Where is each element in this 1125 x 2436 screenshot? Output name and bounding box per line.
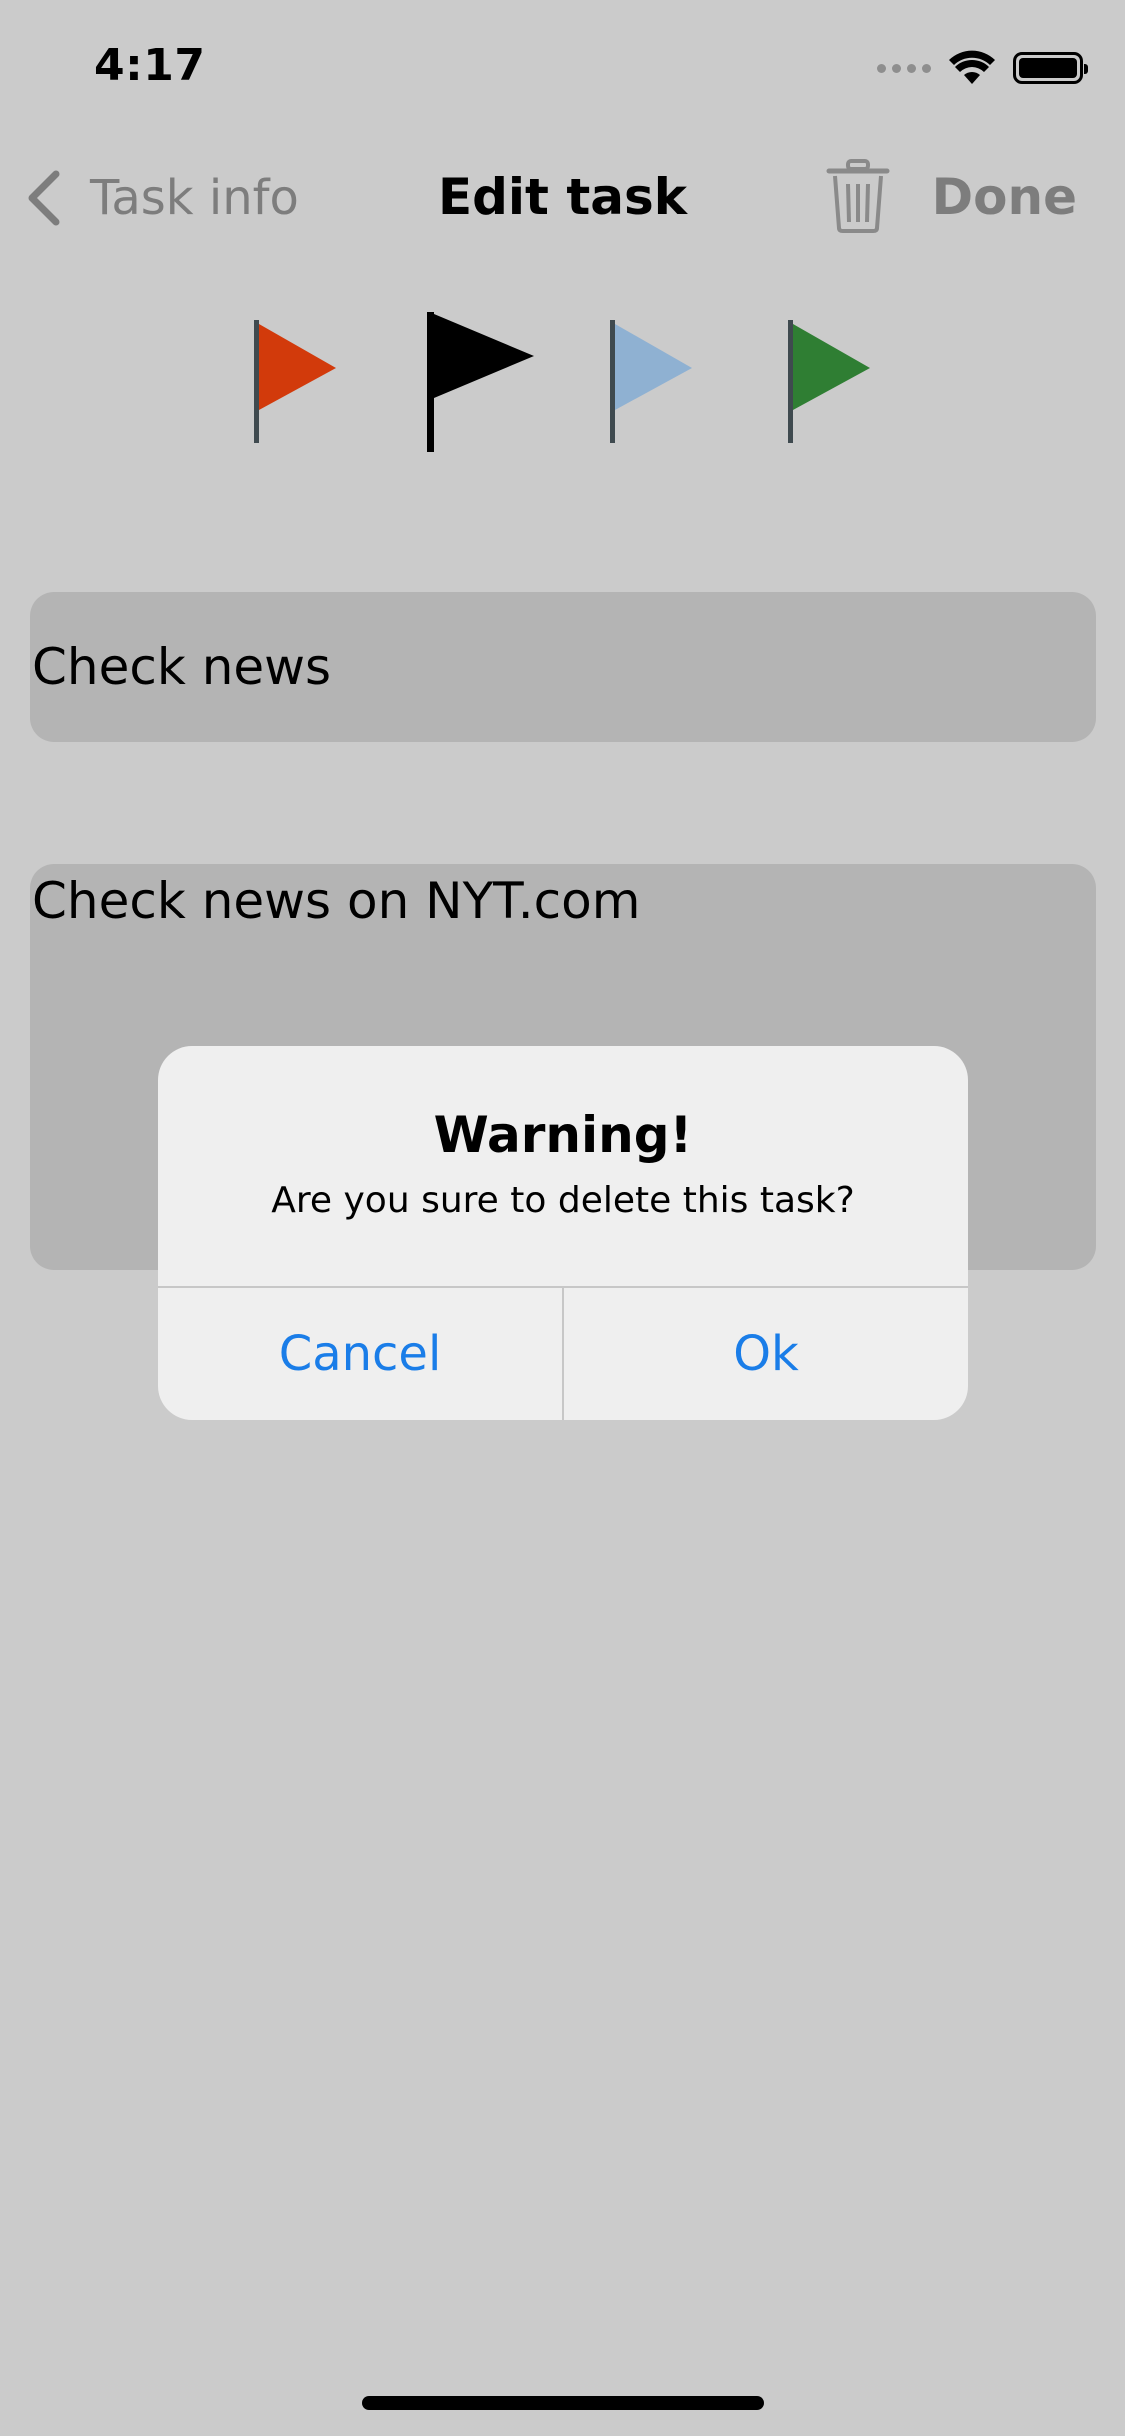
cellular-signal-icon <box>877 63 931 73</box>
delete-confirmation-alert: Warning! Are you sure to delete this tas… <box>158 1046 968 1420</box>
edit-task-screen: 4:17 Task info Edit task Done Check news… <box>0 0 1125 2436</box>
home-indicator[interactable] <box>362 2396 764 2410</box>
ok-button[interactable]: Ok <box>564 1288 968 1420</box>
cancel-button[interactable]: Cancel <box>158 1288 562 1420</box>
battery-icon <box>1013 52 1088 84</box>
wifi-icon <box>949 50 995 84</box>
flag-green-icon[interactable] <box>784 320 874 445</box>
task-notes-value: Check news on NYT.com <box>32 872 641 930</box>
alert-message: Are you sure to delete this task? <box>271 1180 855 1221</box>
flag-light-blue-icon[interactable] <box>606 320 696 445</box>
task-title-field[interactable]: Check news <box>30 592 1096 742</box>
status-time: 4:17 <box>94 40 206 91</box>
task-title-value: Check news <box>32 638 332 696</box>
flag-red-icon[interactable] <box>250 320 340 445</box>
flag-black-icon[interactable] <box>424 312 538 454</box>
status-icons <box>877 50 1088 86</box>
trash-icon[interactable] <box>826 158 890 234</box>
alert-title: Warning! <box>433 1106 693 1164</box>
done-button[interactable]: Done <box>932 168 1077 226</box>
flag-picker <box>0 300 1125 460</box>
